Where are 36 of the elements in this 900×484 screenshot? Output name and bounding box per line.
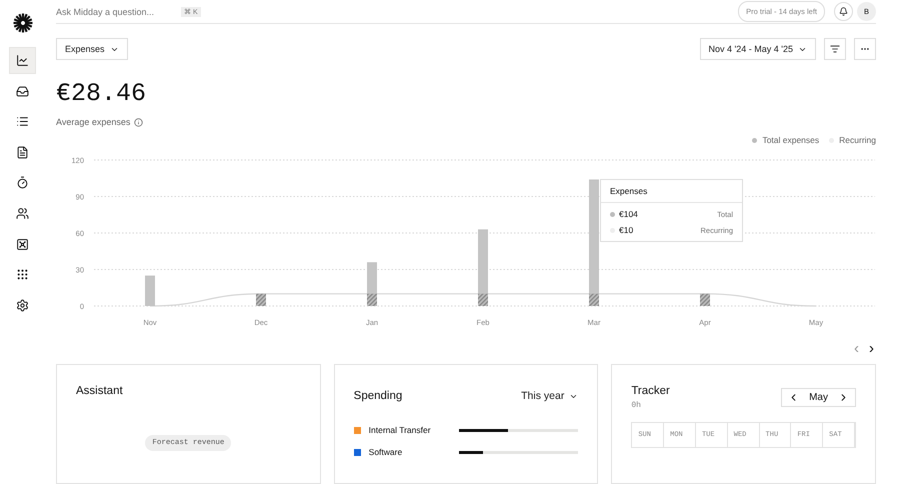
sidebar-item[interactable]	[9, 47, 36, 74]
recurring-bar	[700, 294, 710, 306]
logo-icon	[12, 13, 32, 33]
notifications-button[interactable]	[834, 2, 853, 21]
month-switcher[interactable]: May	[781, 388, 856, 407]
tracked-hours: 0h	[631, 401, 642, 410]
info-icon[interactable]	[134, 118, 144, 126]
category-name: Internal Transfer	[368, 425, 431, 435]
settings-icon	[16, 298, 29, 312]
bell-icon	[839, 7, 848, 16]
tooltip-title: Expenses	[610, 186, 648, 196]
category-name: Software	[368, 447, 402, 457]
document-icon	[16, 146, 29, 159]
recurring-bar	[256, 294, 266, 306]
metric-select[interactable]: Expenses	[56, 38, 128, 60]
card-title: Tracker	[631, 385, 670, 397]
timer-icon	[16, 176, 29, 190]
tooltip-value: €10	[619, 225, 634, 235]
legend-label: Total expenses	[762, 135, 820, 145]
tooltip-value: €104	[619, 209, 638, 219]
filter-icon	[830, 44, 840, 54]
card-title: Spending	[354, 390, 402, 402]
recurring-bar	[367, 294, 377, 306]
recurring-bar	[478, 294, 488, 306]
filter-button[interactable]	[824, 38, 846, 60]
legend-label: Recurring	[839, 135, 876, 145]
average-value: €28.46	[56, 79, 148, 108]
summary-label: Average expenses	[56, 117, 130, 127]
apps-icon	[16, 268, 29, 282]
card-title: Assistant	[76, 385, 124, 397]
recurring-bar	[589, 294, 599, 306]
inbox-icon	[16, 84, 29, 98]
users-icon	[16, 206, 29, 220]
chart-icon	[16, 54, 29, 67]
date-range-picker[interactable]: Nov 4 '24 - May 4 '25	[700, 38, 816, 60]
next-button[interactable]: ›	[867, 341, 876, 356]
